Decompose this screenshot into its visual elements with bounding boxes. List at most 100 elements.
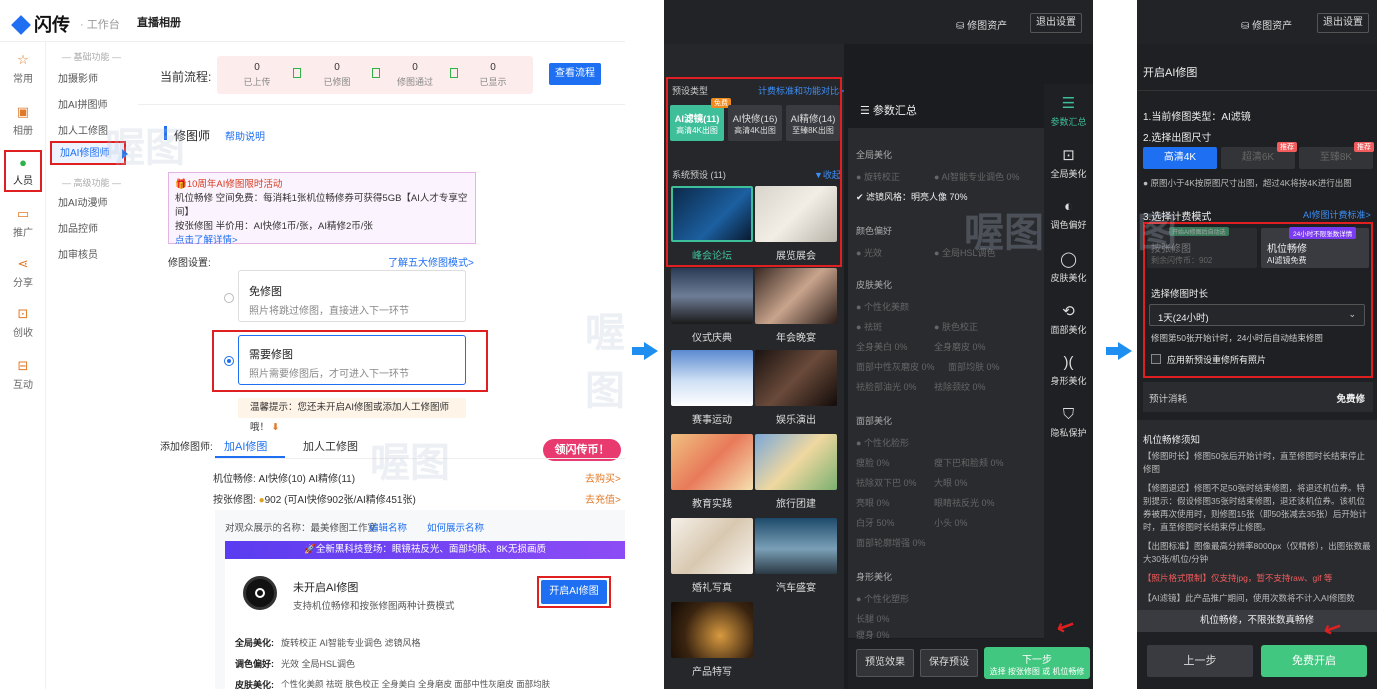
radio-need[interactable]: [224, 356, 234, 366]
exit-settings-button[interactable]: 退出设置: [1317, 13, 1369, 33]
sec-body: 身形美化: [856, 572, 893, 582]
nav-common[interactable]: ☆ 常用: [4, 52, 42, 85]
basic-header: — 基础功能 —: [62, 52, 122, 62]
nav-share[interactable]: ⋖ 分享: [4, 256, 42, 289]
frame-icon: ⊡: [1062, 147, 1075, 164]
mode-machine-sub: AI滤镜免费: [1267, 256, 1307, 265]
flow-step-uploaded: 0 已上传: [243, 62, 271, 87]
size-4k[interactable]: 高清4K: [1143, 147, 1217, 169]
thumb-car-label: 汽车盛宴: [776, 583, 816, 594]
warning-banner: 温馨提示：您还未开启AI修图或添加人工修图师哦！ ⬇: [238, 398, 466, 433]
prev-button[interactable]: 上一步: [1147, 645, 1253, 677]
subnav-add-ai-retoucher[interactable]: 加AI修图师: [50, 141, 128, 165]
nav-revenue[interactable]: ⊡ 创收: [4, 306, 42, 339]
subnav-add-reviewer[interactable]: 加审核员: [58, 246, 98, 261]
p2-bottom-bar: 预览效果 保存预设 下一步 选择 按张修图 或 机位畅修: [848, 639, 1093, 689]
opt-gray-smooth: 面部中性灰磨皮 0%: [856, 362, 935, 372]
promo-link[interactable]: 点击了解详情>: [175, 234, 469, 248]
cost-row: 预计消耗 免费修: [1143, 382, 1373, 412]
nav-staff[interactable]: ● 人员: [4, 150, 42, 192]
face-icon: ⟲: [1062, 303, 1075, 320]
top-bar: 闪传 · 工作台 直播相册: [0, 0, 625, 42]
thumb-sports[interactable]: [671, 350, 753, 406]
apply-all-checkbox[interactable]: [1151, 354, 1161, 364]
ai-card: 🚀全新黑科技登场：眼镜祛反光、面部均肤、8K无损画质 未开启AI修图 支持机位畅…: [225, 541, 625, 689]
tech-banner: 🚀全新黑科技登场：眼镜祛反光、面部均肤、8K无损画质: [225, 541, 625, 559]
how-display-link[interactable]: 如何展示名称: [427, 520, 484, 534]
ai-status-desc: 支持机位畅修和按张修图两种计费模式: [293, 601, 455, 612]
mode-perpic[interactable]: 开始AI修图后自动选 按张修图 剩余闪传币：902: [1147, 227, 1257, 268]
billing-link[interactable]: AI修图计费标准>: [1303, 208, 1371, 221]
nav-promote[interactable]: ▭ 推广: [4, 206, 42, 239]
mode-machine[interactable]: 24小时不限张数详情 机位畅修 AI滤镜免费: [1261, 227, 1369, 268]
edit-name-link[interactable]: 编辑名称: [369, 520, 407, 534]
notes-red: 【照片格式限制】仅支持jpg，暂不支持raw、gif 等: [1143, 573, 1333, 583]
assets-link[interactable]: ⛁ 修图资产: [956, 17, 1007, 32]
save-preset-button[interactable]: 保存预设: [920, 649, 978, 677]
opt-hsl: ● 全局HSL调色: [934, 248, 996, 258]
start-free-button[interactable]: 免费开启: [1261, 645, 1367, 677]
logo: 闪传: [11, 11, 70, 37]
revenue-icon: ⊡: [17, 306, 29, 321]
tab-skin[interactable]: ◯ 皮肤美化: [1044, 250, 1093, 284]
panel-title: 开启AI修图: [1143, 67, 1198, 79]
duration-select[interactable]: 1天(24小时) ⌄: [1149, 304, 1365, 326]
p3-top-bar: ⛁ 修图资产 退出设置: [1137, 0, 1377, 44]
thumb-performance[interactable]: [755, 350, 837, 406]
section-title: 修图师: [174, 129, 211, 143]
thumb-wedding-label: 婚礼写真: [692, 583, 732, 594]
subnav-add-qc[interactable]: 加品控师: [58, 220, 98, 235]
mode-machine-title: 机位畅修: [1267, 244, 1307, 255]
opt-double-chin: 祛除双下巴 0%: [856, 478, 917, 488]
opt-whiten: 全身美白 0%: [856, 342, 908, 352]
tab-privacy[interactable]: ⛉ 隐私保护: [1044, 406, 1093, 439]
feature-items-skin: 个性化美颜 祛斑 肤色校正 全身美白 全身磨皮 面部中性灰磨皮 面部均肤: [281, 679, 551, 689]
buy-link[interactable]: 去购买>: [585, 470, 621, 485]
nav-interact[interactable]: ⊟ 互动: [4, 358, 42, 391]
opt-smooth: 全身磨皮 0%: [934, 342, 986, 352]
thumb-wedding[interactable]: [671, 518, 753, 574]
summary-title: ☰ 参数汇总: [860, 105, 917, 117]
summary-panel: 全局美化 ● 旋转校正 ● AI智能专业调色 0% ✔ 滤镜风格：明亮人像 70…: [848, 128, 1044, 640]
thumb-ceremony[interactable]: [671, 268, 753, 324]
subnav-add-ai-collage[interactable]: 加AI拼图师: [58, 96, 107, 111]
thumb-product[interactable]: [671, 602, 753, 658]
down-arrow-icon: ⬇: [269, 422, 280, 433]
sec-color: 颜色偏好: [856, 226, 893, 236]
thumb-car[interactable]: [755, 518, 837, 574]
assets-link[interactable]: ⛁ 修图资产: [1241, 17, 1292, 32]
nav-album[interactable]: ▣ 相册: [4, 104, 42, 137]
tab-body[interactable]: )(身形美化: [1044, 354, 1093, 387]
exit-settings-button[interactable]: 退出设置: [1030, 13, 1082, 33]
cost-value: 免费修: [1336, 394, 1365, 405]
five-modes-link[interactable]: 了解五大修图模式>: [388, 254, 474, 269]
help-link[interactable]: 帮助说明: [225, 128, 265, 143]
option-need-card[interactable]: 需要修图 照片需要修图后，才可进入下一环节: [238, 335, 466, 385]
active-caret-icon: [122, 149, 128, 159]
enable-ai-button[interactable]: 开启AI修图: [541, 580, 607, 604]
tab-summary[interactable]: ☰ 参数汇总: [1044, 94, 1093, 128]
recharge-link[interactable]: 去充值>: [585, 491, 621, 506]
radio-free[interactable]: [224, 293, 234, 303]
preview-button[interactable]: 预览效果: [856, 649, 914, 677]
thumb-team-travel[interactable]: [755, 434, 837, 490]
subnav-add-manual[interactable]: 加人工修图: [58, 122, 108, 137]
tab-face[interactable]: ⟲ 面部美化: [1044, 302, 1093, 336]
tab-add-manual[interactable]: 加人工修图: [303, 438, 358, 454]
notes-1: 【修图时长】修图50张后开始计时，直至修图时长结束停止修图: [1143, 451, 1365, 474]
sec-skin: 皮肤美化: [856, 280, 893, 290]
option-free-card[interactable]: 免修图 照片将跳过修图，直接进入下一环节: [238, 270, 466, 322]
step3-label: 3.选择计费模式: [1143, 212, 1212, 223]
next-button[interactable]: 下一步 选择 按张修图 或 机位畅修: [984, 647, 1090, 679]
ai-status-title: 未开启AI修图: [293, 582, 359, 594]
tab-global[interactable]: ⊡ 全局美化: [1044, 146, 1093, 180]
thumb-gala[interactable]: [755, 268, 837, 324]
subnav-add-photographer[interactable]: 加摄影师: [58, 70, 98, 85]
thumb-education[interactable]: [671, 434, 753, 490]
gift-icon: 🎁: [175, 179, 187, 190]
subnav-add-anime[interactable]: 加AI动漫师: [58, 194, 107, 209]
view-flow-button[interactable]: 查看流程: [549, 63, 601, 85]
tab-color[interactable]: ◐ 调色偏好: [1044, 198, 1093, 231]
sliders-icon: ☰: [860, 105, 873, 117]
tab-add-ai[interactable]: 加AI修图: [224, 438, 267, 454]
